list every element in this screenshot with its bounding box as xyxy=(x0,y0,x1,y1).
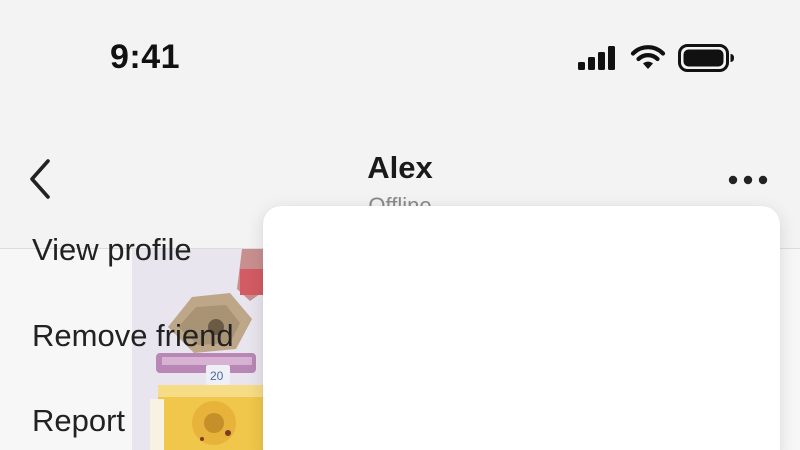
cellular-signal-icon xyxy=(578,46,618,70)
menu-item-remove-friend[interactable]: Remove friend xyxy=(32,318,234,354)
status-time: 9:41 xyxy=(110,38,181,76)
more-horizontal-icon xyxy=(728,172,768,190)
status-icons xyxy=(578,44,736,72)
chat-screen: 9:41 Alex 20 View profile Remove friend … xyxy=(0,0,800,450)
more-options-button[interactable] xyxy=(722,166,774,196)
wifi-icon xyxy=(630,45,666,71)
menu-item-view-profile[interactable]: View profile xyxy=(32,232,192,268)
menu-item-report[interactable]: Report xyxy=(32,403,125,439)
options-menu xyxy=(263,206,780,450)
contact-name: Alex xyxy=(367,150,433,185)
svg-text:20: 20 xyxy=(210,369,224,383)
battery-icon xyxy=(678,44,736,72)
